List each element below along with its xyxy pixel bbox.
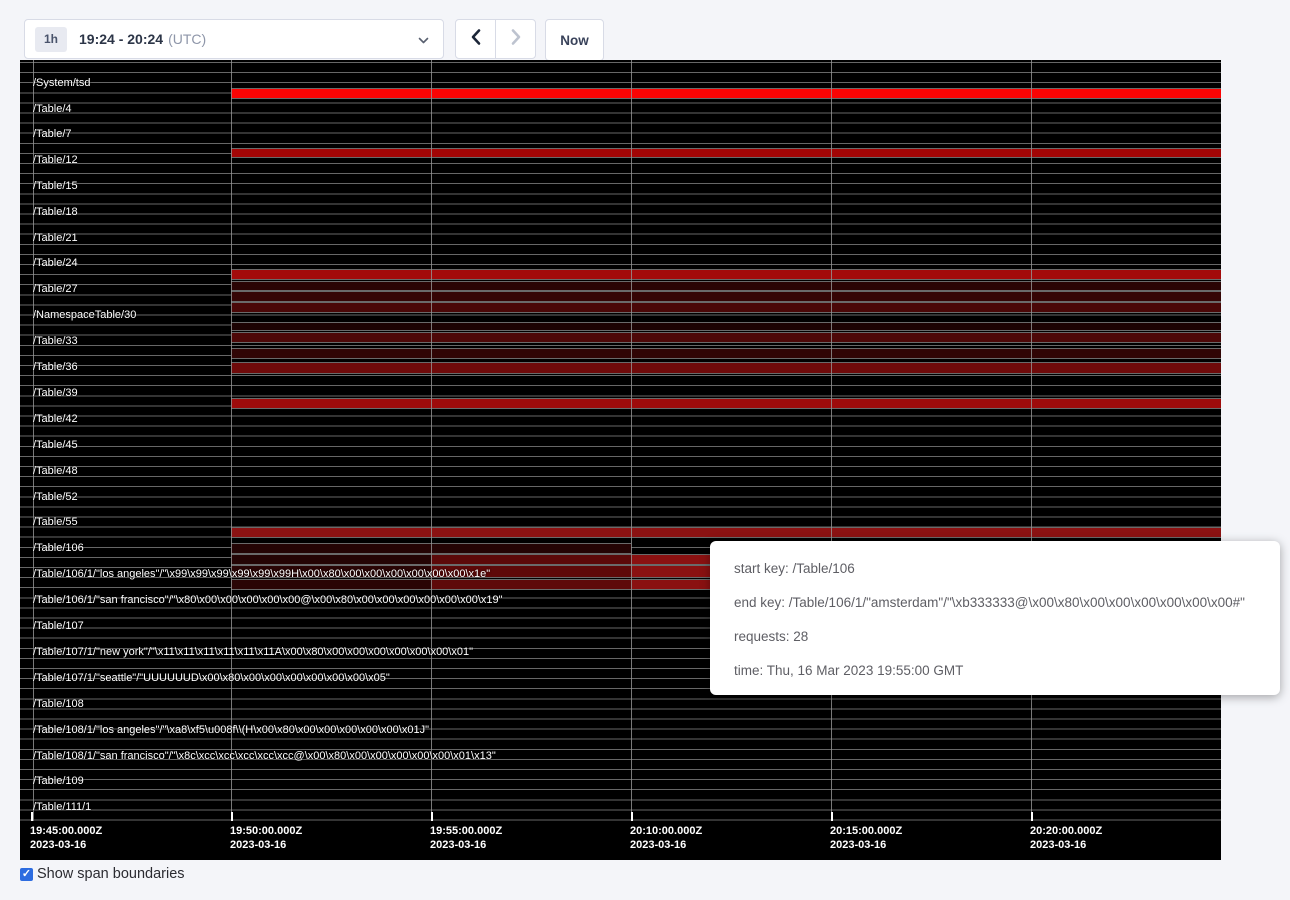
row-label: /Table/111/1 <box>33 801 91 814</box>
row-label: /Table/108/1/"los angeles"/"\xa8\xf5\u00… <box>33 724 429 737</box>
grid-line-vertical <box>1031 60 1032 821</box>
prev-time-button[interactable] <box>455 19 496 59</box>
row-label: /Table/45 <box>33 439 78 452</box>
chevron-left-icon <box>469 28 483 51</box>
time-tick-label: 19:50:00.000Z2023-03-16 <box>230 824 302 852</box>
show-span-boundaries-label[interactable]: Show span boundaries <box>37 866 185 882</box>
time-range-selector[interactable]: 1h 19:24 - 20:24 (UTC) <box>24 19 444 59</box>
row-label: /Table/52 <box>33 491 78 504</box>
time-tick <box>231 812 233 821</box>
tooltip-start-key: start key: /Table/106 <box>734 552 1256 586</box>
row-label: /Table/18 <box>33 206 78 219</box>
grid-line-vertical <box>831 60 832 821</box>
time-tick-label: 20:10:00.000Z2023-03-16 <box>630 824 702 852</box>
grid-line-vertical <box>631 60 632 821</box>
row-label: /Table/108/1/"san francisco"/"\x8c\xcc\x… <box>33 750 496 763</box>
row-label: /Table/55 <box>33 516 78 529</box>
row-label: /Table/106 <box>33 542 84 555</box>
row-label: /Table/48 <box>33 465 78 478</box>
row-label: /Table/15 <box>33 180 78 193</box>
hot-span-band[interactable] <box>231 269 1221 280</box>
time-tick <box>431 812 433 821</box>
span-boundary-lines <box>20 62 1221 821</box>
hot-span-band[interactable] <box>231 291 1221 302</box>
show-span-boundaries-checkbox[interactable]: ✓ <box>20 868 33 881</box>
key-visualizer-page: { "toolbar": { "range_preset": "1h", "ra… <box>0 0 1290 900</box>
hot-span-band[interactable] <box>231 348 1221 359</box>
grid-line-vertical <box>231 60 232 821</box>
toolbar: 1h 19:24 - 20:24 (UTC) Now <box>0 0 1290 60</box>
hot-span-band[interactable] <box>231 322 1221 331</box>
time-tick <box>631 812 633 821</box>
hot-span-band[interactable] <box>231 148 1221 158</box>
row-label: /Table/33 <box>33 335 78 348</box>
time-tick-label: 20:20:00.000Z2023-03-16 <box>1030 824 1102 852</box>
hot-span-band[interactable] <box>231 398 1221 409</box>
row-label: /Table/21 <box>33 232 78 245</box>
hot-span-band[interactable] <box>231 302 1221 313</box>
time-tick <box>1031 812 1033 821</box>
row-label: /Table/107 <box>33 620 84 633</box>
hot-span-band[interactable] <box>431 554 631 565</box>
time-tick <box>31 812 33 821</box>
time-nav-group <box>455 19 536 59</box>
time-tick <box>831 812 833 821</box>
row-label: /Table/4 <box>33 103 72 116</box>
time-tick-label: 19:45:00.000Z2023-03-16 <box>30 824 102 852</box>
hot-span-band[interactable] <box>231 281 1221 291</box>
hot-span-band[interactable] <box>231 332 1221 343</box>
row-label: /Table/7 <box>33 128 72 141</box>
row-label: /Table/12 <box>33 154 78 167</box>
range-preset-badge: 1h <box>35 27 67 52</box>
row-label: /Table/27 <box>33 283 78 296</box>
range-label: 19:24 - 20:24 <box>79 31 163 47</box>
row-label: /Table/107/1/"new york"/"\x11\x11\x11\x1… <box>33 646 473 659</box>
row-label: /Table/36 <box>33 361 78 374</box>
grid-line-vertical <box>431 60 432 821</box>
tooltip-requests: requests: 28 <box>734 620 1256 654</box>
row-label: /Table/42 <box>33 413 78 426</box>
row-label: /Table/109 <box>33 775 84 788</box>
row-label: /NamespaceTable/30 <box>33 309 136 322</box>
next-time-button[interactable] <box>495 19 536 59</box>
chevron-down-icon <box>417 34 430 52</box>
time-tick-label: 19:55:00.000Z2023-03-16 <box>430 824 502 852</box>
key-visualizer-canvas[interactable]: /System/tsd/Table/4/Table/7/Table/12/Tab… <box>20 60 1221 860</box>
show-span-boundaries-control[interactable]: ✓ Show span boundaries <box>20 866 185 882</box>
row-label: /Table/24 <box>33 257 78 270</box>
row-label: /Table/107/1/"seattle"/"UUUUUUD\x00\x80\… <box>33 672 390 685</box>
hot-span-band[interactable] <box>231 362 1221 374</box>
hot-span-band[interactable] <box>231 88 1221 99</box>
hot-span-band[interactable] <box>231 554 431 565</box>
hot-span-band[interactable] <box>231 527 1221 538</box>
time-tick-label: 20:15:00.000Z2023-03-16 <box>830 824 902 852</box>
row-label: /Table/106/1/"los angeles"/"\x99\x99\x99… <box>33 568 490 581</box>
row-label: /Table/106/1/"san francisco"/"\x80\x00\x… <box>33 594 503 607</box>
row-label: /System/tsd <box>33 77 90 90</box>
tooltip-end-key: end key: /Table/106/1/"amsterdam"/"\xb33… <box>734 586 1256 620</box>
now-button[interactable]: Now <box>545 19 604 61</box>
tooltip-time: time: Thu, 16 Mar 2023 19:55:00 GMT <box>734 654 1256 688</box>
chevron-right-icon <box>509 28 523 51</box>
span-tooltip: start key: /Table/106 end key: /Table/10… <box>710 541 1280 695</box>
range-timezone: (UTC) <box>168 31 206 47</box>
row-label: /Table/39 <box>33 387 78 400</box>
row-label: /Table/108 <box>33 698 84 711</box>
